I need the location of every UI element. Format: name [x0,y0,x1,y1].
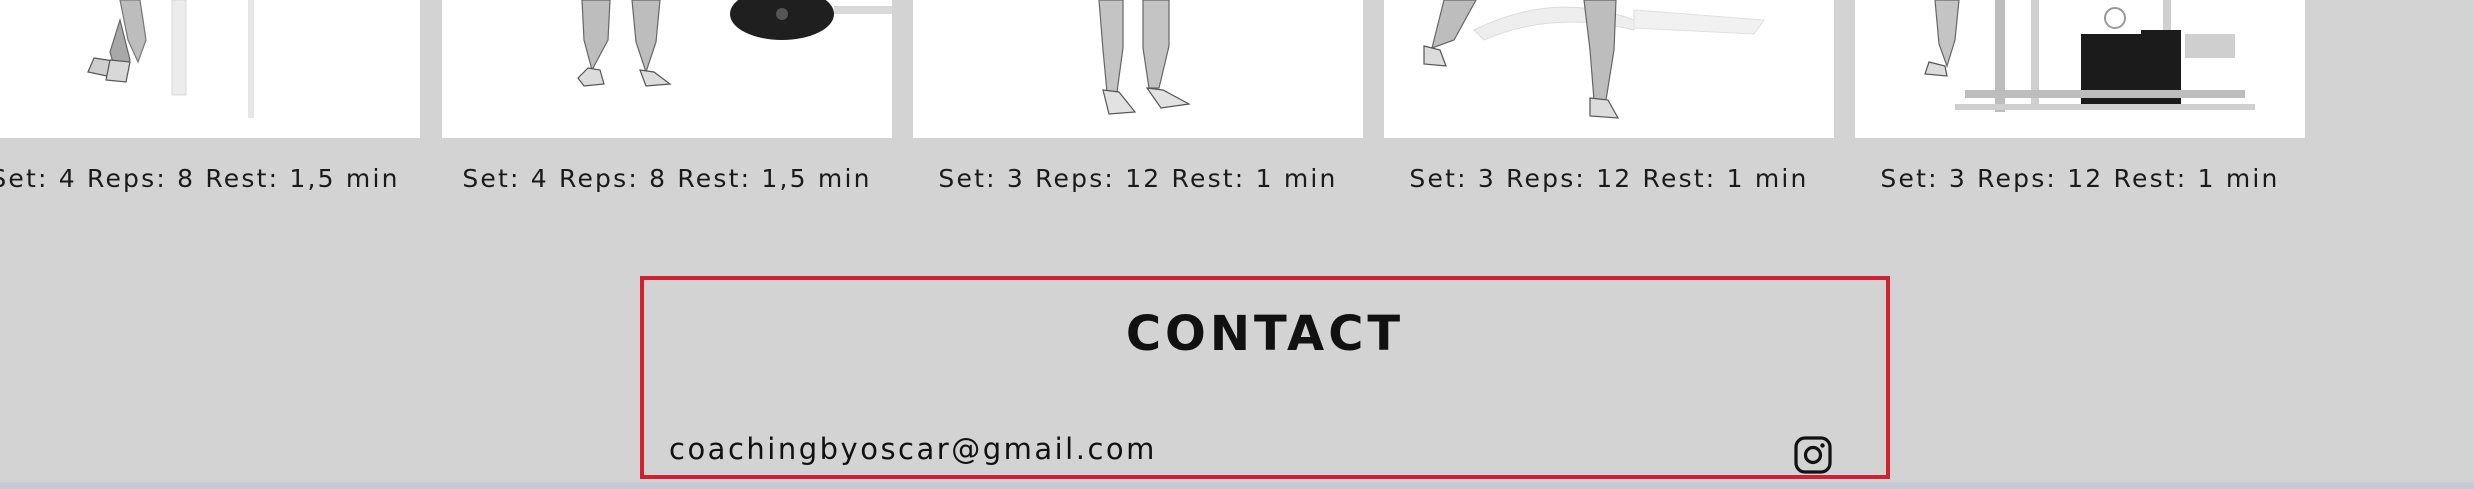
exercise-image [1855,0,2305,138]
exercise-image [913,0,1363,138]
exercise-card: Set: 3 Reps: 12 Rest: 1 min [1384,0,1834,210]
instagram-link[interactable] [1792,434,1834,476]
exercise-card: Set: 4 Reps: 8 Rest: 1,5 min [442,0,892,210]
exercise-image [1384,0,1834,138]
exercise-caption: Set: 4 Reps: 8 Rest: 1,5 min [462,164,872,193]
leg-exercise-illustration-icon [1098,0,1191,115]
leg-exercise-illustration-icon [577,0,892,87]
exercise-caption: Set: 3 Reps: 12 Rest: 1 min [938,164,1338,193]
exercise-card: Set: 4 Reps: 8 Rest: 1,5 min [0,0,420,210]
leg-exercise-illustration-icon [1924,0,2255,112]
exercise-card: Set: 3 Reps: 12 Rest: 1 min [1855,0,2305,210]
leg-exercise-illustration-icon [87,0,254,118]
exercise-image [0,0,420,138]
exercise-image [442,0,892,138]
exercise-caption: Set: 3 Reps: 12 Rest: 1 min [1880,164,2280,193]
leg-exercise-illustration-icon [1423,0,1765,119]
contact-section: CONTACT coachingbyoscar@gmail.com [640,276,1890,479]
exercise-caption: Set: 3 Reps: 12 Rest: 1 min [1409,164,1809,193]
page-bottom-divider [0,482,2474,489]
exercise-caption: Set: 4 Reps: 8 Rest: 1,5 min [0,164,400,193]
contact-title: CONTACT [1125,306,1405,362]
exercise-cards-row: Set: 4 Reps: 8 Rest: 1,5 min Set: 4 Reps… [0,0,2474,210]
exercise-card: Set: 3 Reps: 12 Rest: 1 min [913,0,1363,210]
contact-email-link[interactable]: coachingbyoscar@gmail.com [669,432,1157,466]
instagram-icon [1794,436,1832,474]
